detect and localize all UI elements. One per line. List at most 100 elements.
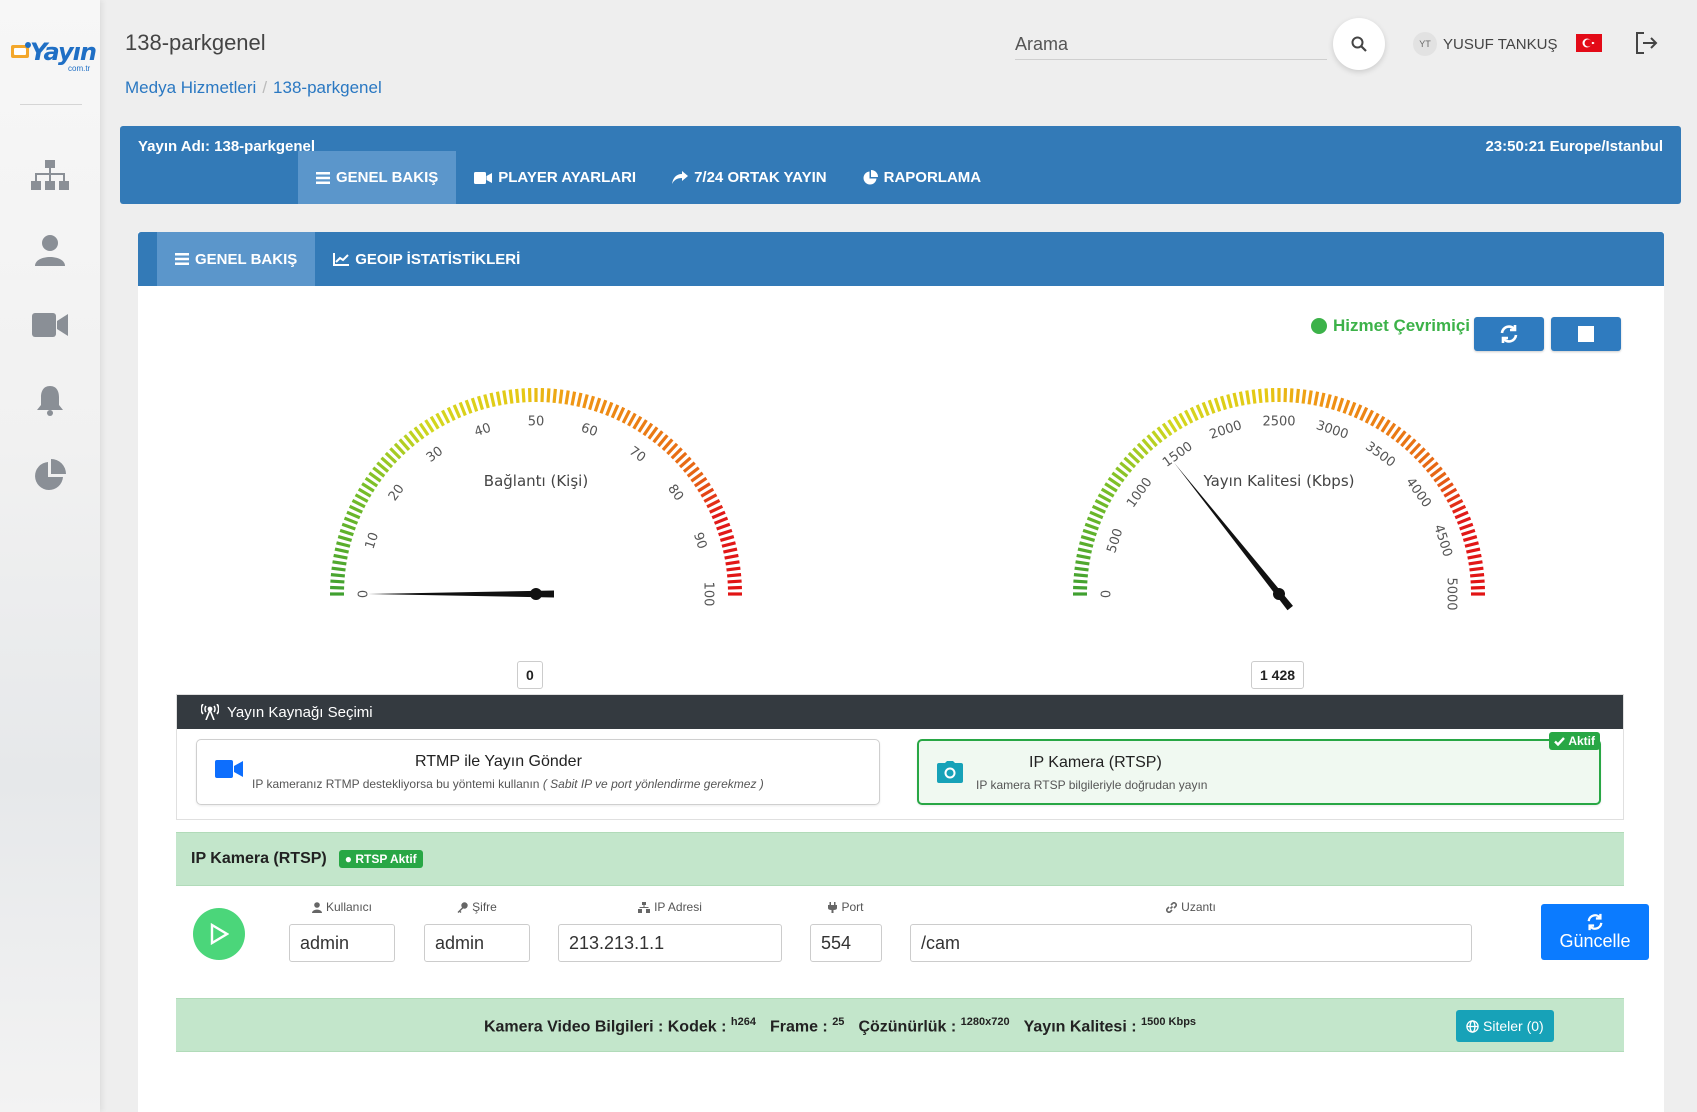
stop-button[interactable] (1551, 317, 1621, 351)
gauge-tick (1184, 409, 1194, 424)
port-field[interactable] (810, 924, 882, 962)
gauge-tick (1295, 388, 1300, 404)
avatar: YT (1413, 32, 1437, 56)
user-menu[interactable]: YT YUSUF TANKUŞ (1413, 32, 1557, 56)
broadcast-icon (201, 704, 219, 720)
gauge-tick (1167, 419, 1178, 433)
sitemap-icon[interactable] (30, 156, 70, 196)
bars-icon (316, 171, 330, 184)
globe-icon (1466, 1019, 1479, 1033)
gauge-tick (588, 395, 596, 411)
gauge-tick (1172, 415, 1183, 430)
user-field[interactable] (289, 924, 395, 962)
gauge-tick-label: 80 (664, 482, 686, 504)
search-input[interactable] (1015, 30, 1327, 58)
gauge-tick-label: 3500 (1362, 439, 1398, 471)
source-option-title: IP Kamera (RTSP) (1029, 754, 1162, 771)
user-name: YUSUF TANKUŞ (1443, 35, 1558, 53)
password-label: Şifre (424, 900, 530, 914)
gauge-tick (1467, 553, 1482, 560)
gauge-tick (1251, 389, 1257, 404)
refresh-icon (1500, 325, 1518, 343)
status-label: Hizmet Çevrimiçi (1333, 316, 1470, 335)
ip-field[interactable] (558, 924, 782, 962)
gauge-tick (464, 399, 473, 414)
breadcrumb-item-media[interactable]: Medya Hizmetleri (125, 78, 256, 97)
network-icon (638, 901, 651, 913)
gauge-tick-label: 40 (473, 421, 493, 440)
source-option-rtmp[interactable]: RTMP ile Yayın Gönder IP kameranız RTMP … (196, 739, 880, 805)
play-button[interactable] (193, 908, 245, 960)
breadcrumb-item-current[interactable]: 138-parkgenel (273, 78, 382, 97)
list-icon (175, 253, 189, 265)
gauge-tick (1464, 541, 1479, 548)
gauge-value-quality: 1 428 (1251, 661, 1305, 689)
gauge-tick (361, 482, 375, 493)
sites-button[interactable]: Siteler (0) (1456, 1010, 1554, 1042)
gauge-tick (1226, 394, 1233, 409)
gauge-tick (1440, 482, 1454, 493)
gauge-tick (476, 395, 484, 411)
search-field (1015, 30, 1327, 60)
tab-raporlama[interactable]: RAPORLAMA (845, 151, 1000, 204)
gauge-tick (364, 476, 379, 488)
gauge-tick (1079, 541, 1094, 548)
logout-icon[interactable] (1634, 30, 1660, 56)
gauge-tick (1385, 422, 1397, 437)
gauge-tick (632, 415, 643, 430)
sidebar: Yayın com.tr (0, 0, 100, 1112)
gauge-tick (1245, 390, 1251, 405)
sidebar-divider (20, 104, 82, 105)
frame-value: 25 (832, 1015, 845, 1028)
gauge-tick (429, 415, 440, 430)
service-bar: Yayın Adı: 138-parkgenel 23:50:21 Europe… (120, 126, 1681, 204)
tab-genel-bakis[interactable]: GENEL BAKIŞ (298, 151, 457, 204)
gauge-tick (637, 419, 648, 433)
gauge-tick (446, 406, 456, 421)
user-icon (311, 901, 322, 913)
gauge-tick (642, 422, 654, 437)
subtab-geoip[interactable]: GEOIP İSTATİSTİKLERİ (315, 232, 538, 286)
bell-icon[interactable] (30, 380, 70, 420)
gauge-tick-label: 90 (690, 531, 709, 551)
pie-chart-icon[interactable] (30, 455, 70, 495)
tab-player-ayarlari[interactable]: PLAYER AYARLARI (456, 151, 654, 204)
service-name: Yayın Adı: 138-parkgenel (138, 138, 316, 155)
rtsp-form: Kullanıcı Şifre IP Adresi Port Uzantı Gü… (176, 888, 1649, 984)
gauge-tick (1178, 412, 1188, 427)
brand-logo[interactable]: Yayın com.tr (10, 34, 97, 74)
gauge-tick (515, 388, 520, 404)
gauge-tick (1107, 476, 1122, 488)
update-button[interactable]: Güncelle (1541, 904, 1649, 960)
gauge-tick-label: 1000 (1124, 475, 1156, 511)
gauge-tick (1219, 395, 1227, 411)
line-chart-icon (333, 252, 350, 266)
gauge-tick (711, 510, 726, 520)
video-camera-icon (474, 171, 493, 184)
gauge-tick (341, 522, 356, 531)
gauge-tick (495, 391, 502, 406)
gauge-tick (621, 409, 631, 424)
ip-label: IP Adresi (558, 900, 782, 914)
gauge-tick (1364, 409, 1374, 424)
check-icon (1554, 736, 1566, 746)
content-panel: GENEL BAKIŞ GEOIP İSTATİSTİKLERİ Hizmet … (138, 232, 1664, 1112)
gauge-tick (709, 504, 724, 514)
subtab-genel-bakis[interactable]: GENEL BAKIŞ (157, 232, 316, 286)
gauge-tick (723, 547, 738, 554)
video-icon[interactable] (30, 305, 70, 345)
user-icon[interactable] (30, 230, 70, 270)
source-option-desc: IP kameranız RTMP destekliyorsa bu yönte… (252, 777, 764, 791)
search-button[interactable] (1333, 18, 1385, 70)
gauge-tick (627, 412, 637, 427)
password-field[interactable] (424, 924, 530, 962)
gauge-tick-label: 5000 (1444, 577, 1459, 610)
path-field[interactable] (910, 924, 1472, 962)
source-option-rtsp[interactable]: Aktif IP Kamera (RTSP) IP kamera RTSP bi… (917, 732, 1601, 805)
tab-ortak-yayin[interactable]: 7/24 ORTAK YAYIN (654, 151, 845, 204)
gauge-tick (724, 553, 739, 560)
flag-tr-icon[interactable] (1576, 34, 1602, 52)
logo-text: Yayın (30, 38, 97, 66)
gauge-tick (1359, 406, 1369, 421)
restart-button[interactable] (1474, 317, 1544, 351)
